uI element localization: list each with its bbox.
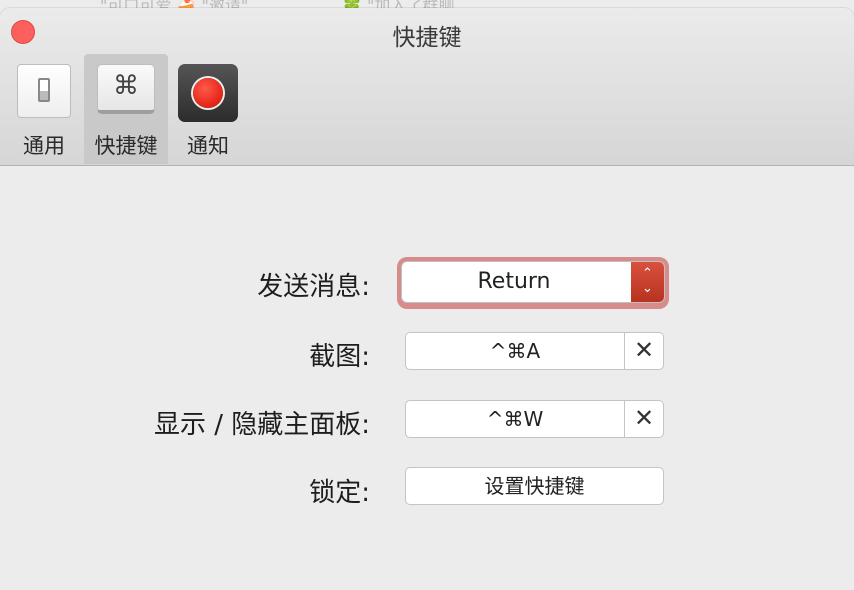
toggle-panel-shortcut-field[interactable]: ^⌘W [405,400,625,438]
screenshot-clear-button[interactable]: ✕ [624,332,664,370]
screenshot-shortcut-field[interactable]: ^⌘A [405,332,625,370]
toggle-switch-icon [17,64,71,118]
send-message-value: Return [477,269,551,294]
chevron-up-icon: ⌃ [642,266,653,281]
tab-general-label: 通用 [23,134,65,158]
tab-shortcuts[interactable]: ⌘ 快捷键 [84,54,168,164]
preferences-window: 快捷键 通用 ⌘ 快捷键 通知 发送消息: Return ⌃ ⌄ 截图: ^⌘A… [0,8,854,590]
close-icon: ✕ [633,336,655,364]
send-message-select[interactable]: Return ⌃ ⌄ [402,262,664,302]
send-message-label: 发送消息: [257,272,370,302]
toggle-panel-clear-button[interactable]: ✕ [624,400,664,438]
screenshot-label: 截图: [309,342,370,372]
tab-general[interactable]: 通用 [2,54,86,164]
tab-notifications[interactable]: 通知 [166,54,250,164]
select-stepper[interactable]: ⌃ ⌄ [631,262,664,302]
lock-label: 锁定: [309,478,370,508]
tab-notifications-label: 通知 [187,134,229,158]
chevron-down-icon: ⌄ [642,281,653,296]
record-dot-icon [178,64,238,122]
command-key-icon: ⌘ [97,64,155,114]
toggle-panel-label: 显示 / 隐藏主面板: [153,410,370,440]
titlebar-toolbar: 快捷键 通用 ⌘ 快捷键 通知 [0,8,854,166]
send-message-select-focus: Return ⌃ ⌄ [397,257,669,309]
tab-shortcuts-label: 快捷键 [94,134,158,158]
close-icon: ✕ [633,404,655,432]
set-lock-shortcut-button[interactable]: 设置快捷键 [405,467,664,505]
window-title: 快捷键 [392,25,462,51]
